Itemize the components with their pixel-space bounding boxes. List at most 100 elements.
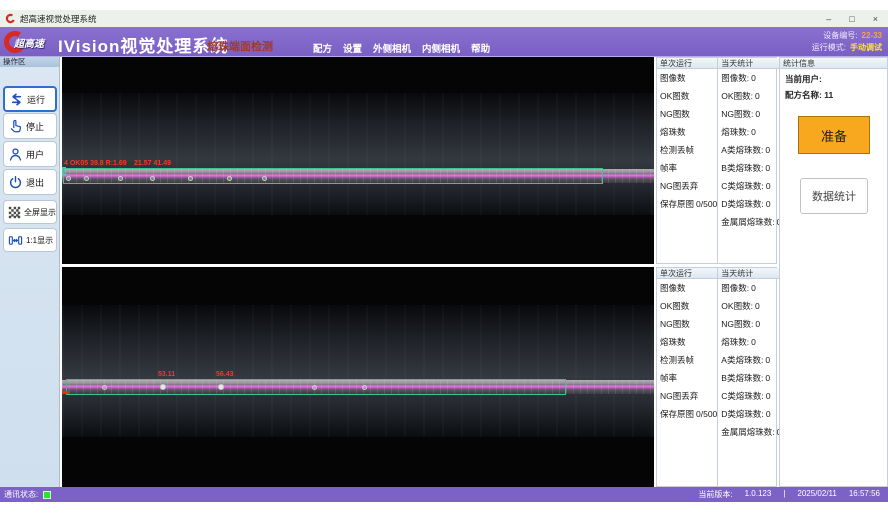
exit-button[interactable]: 退出 [3, 169, 57, 195]
stat-label: B类熔珠数: [721, 373, 763, 383]
data-statistics-button[interactable]: 数据统计 [800, 178, 868, 214]
camera-view-bottom: 53.11 56.43 [62, 267, 654, 487]
minimize-button[interactable]: – [826, 14, 831, 24]
measurement-annotation: 56.43 [216, 371, 234, 378]
stat-label: 熔珠数: [721, 127, 749, 137]
stats-rows: 图像数 OK图数 NG图数 熔珠数 检测丢帧 帧率 [657, 279, 717, 423]
stat-row: OK图数 [657, 87, 717, 105]
prepare-button[interactable]: 准备 [798, 116, 870, 154]
menu-item[interactable]: 外侧相机 [373, 41, 411, 55]
stat-row: NG图丢弃 [657, 177, 717, 195]
stat-row: D类熔珠数:0 [718, 195, 781, 213]
menu-item[interactable]: 内侧相机 [422, 41, 460, 55]
bead-marker [118, 176, 123, 181]
stat-value: 0 [765, 355, 770, 365]
stat-label: OK图数: [721, 91, 753, 101]
stat-label: 帧率 [660, 373, 677, 383]
stat-label: 图像数: [721, 283, 749, 293]
stat-label: 检测丢帧 [660, 355, 694, 365]
stats-rows: 图像数:0 OK图数:0 NG图数:0 熔珠数:0 A类熔珠数:0 [718, 69, 781, 231]
stat-value: 0/500 [696, 199, 717, 209]
stats-today-column: 当天统计 图像数:0 OK图数:0 NG图数:0 熔珠数:0 [717, 268, 781, 486]
stat-row: 保存原图0/500 [657, 195, 717, 213]
stat-row: A类熔珠数:0 [718, 141, 781, 159]
sidebar-title: 操作区 [0, 57, 59, 67]
stat-row: B类熔珠数:0 [718, 159, 781, 177]
close-button[interactable]: × [873, 14, 878, 24]
stat-row: 检测丢帧 [657, 141, 717, 159]
bead-marker [262, 176, 267, 181]
stat-value: 0 [766, 409, 771, 419]
user-button[interactable]: 用户 [3, 141, 57, 167]
user-button-label: 用户 [26, 148, 44, 161]
one-to-one-button-label: 1:1显示 [26, 235, 53, 246]
separator: | [783, 489, 785, 500]
recipe-name-label: 配方名称: [785, 90, 822, 100]
os-titlebar: 超高速视觉处理系统 – □ × [0, 10, 888, 27]
stat-row: 检测丢帧 [657, 351, 717, 369]
stat-row: A类熔珠数:0 [718, 351, 781, 369]
stat-label: NG图数 [660, 319, 690, 329]
hand-click-icon [8, 119, 23, 134]
stat-value: 0/500 [696, 409, 717, 419]
stat-label: 金属屑熔珠数: [721, 427, 774, 437]
run-mode-label: 运行模式: [812, 42, 846, 54]
stat-label: 熔珠数 [660, 127, 686, 137]
stat-label: NG图数: [721, 109, 753, 119]
stat-value: 0 [765, 373, 770, 383]
stats-section-title: 单次运行 [657, 58, 717, 69]
bead-marker [218, 384, 224, 390]
stat-label: 图像数 [660, 73, 686, 83]
measurement-annotation: 21.57 41.49 [134, 160, 171, 167]
app-header: 超高速 IVision视觉处理系统 熔珠端面检测 配方 设置 外侧相机 内侧相机… [0, 27, 888, 57]
maximize-button[interactable]: □ [849, 14, 854, 24]
stat-row: NG图数 [657, 105, 717, 123]
device-info: 设备编号: 22-33 运行模式: 手动调试 [812, 30, 882, 54]
bead-marker [66, 176, 71, 181]
current-user-label: 当前用户: [785, 74, 822, 84]
stat-label: A类熔珠数: [721, 145, 763, 155]
stats-panel-top: 单次运行 图像数 OK图数 NG图数 熔珠数 检 [656, 57, 777, 264]
fullscreen-button[interactable]: 全屏显示 [3, 200, 57, 224]
menu-item[interactable]: 设置 [343, 41, 362, 55]
bead-marker [102, 385, 107, 390]
run-button[interactable]: 运行 [3, 86, 57, 112]
stat-label: 保存原图 [660, 199, 694, 209]
stat-row: 熔珠数 [657, 333, 717, 351]
stat-row: 金属屑熔珠数:0 [718, 213, 781, 231]
stats-panel-bottom: 单次运行 图像数 OK图数 NG图数 熔珠数 检 [656, 267, 777, 487]
stat-row: 保存原图0/500 [657, 405, 717, 423]
one-to-one-button[interactable]: 1:1显示 [3, 228, 57, 252]
stop-button-label: 停止 [26, 120, 44, 133]
stats-section-title: 单次运行 [657, 268, 717, 279]
stat-label: NG图丢弃 [660, 391, 698, 401]
stat-label: 金属屑熔珠数: [721, 217, 774, 227]
stat-row: 图像数:0 [718, 279, 781, 297]
stat-value: 0 [751, 73, 756, 83]
stat-value: 0 [765, 145, 770, 155]
bead-marker [150, 176, 155, 181]
camera-image-top [62, 93, 654, 215]
status-bar: 通讯状态: 当前版本: 1.0.123 | 2025/02/11 16:57:5… [0, 487, 888, 502]
stat-row: NG图数 [657, 315, 717, 333]
stat-label: C类熔珠数: [721, 391, 764, 401]
device-number-label: 设备编号: [823, 30, 857, 42]
bead-marker [188, 176, 193, 181]
window-controls: – □ × [826, 14, 878, 24]
menu-item[interactable]: 配方 [313, 41, 332, 55]
stat-label: 图像数: [721, 73, 749, 83]
measurement-annotation: 4 OK05 39.8 R:1.69 [64, 160, 127, 167]
stop-button[interactable]: 停止 [3, 113, 57, 139]
info-panel: 统计信息 当前用户: 配方名称: 11 准备 数据统计 [779, 57, 888, 487]
version-label: 当前版本: [698, 489, 732, 500]
user-icon [8, 147, 23, 162]
stat-label: A类熔珠数: [721, 355, 763, 365]
stat-label: NG图数 [660, 109, 690, 119]
stats-rows: 图像数:0 OK图数:0 NG图数:0 熔珠数:0 A类熔珠数:0 [718, 279, 781, 441]
bead-marker [227, 176, 232, 181]
menu-item[interactable]: 帮助 [471, 41, 490, 55]
window-title: 超高速视觉处理系统 [20, 13, 97, 25]
edge-marker [62, 391, 69, 394]
measurement-annotation: 53.11 [158, 371, 175, 378]
stat-row: C类熔珠数:0 [718, 177, 781, 195]
